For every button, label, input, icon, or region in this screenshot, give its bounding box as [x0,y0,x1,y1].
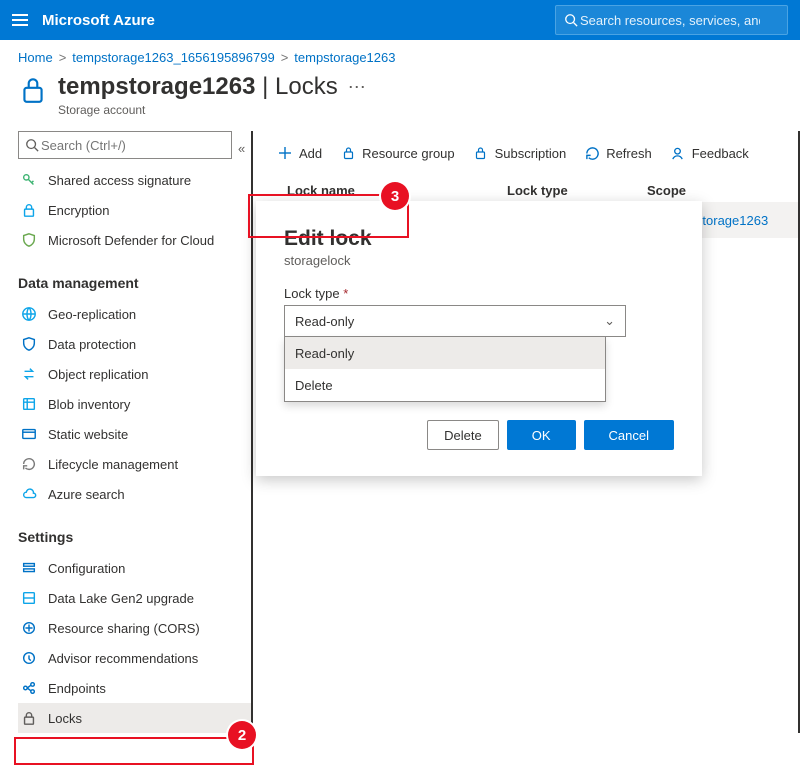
sidebar-group-title: Data management [18,275,251,291]
sidebar-item-data-protection[interactable]: Data protection [18,329,251,359]
sidebar-item-data-lake-gen2-upgrade[interactable]: Data Lake Gen2 upgrade [18,583,251,613]
cloud-icon [20,485,38,503]
page-subtitle: Storage account [58,103,338,117]
sidebar-item-label: Encryption [48,203,109,218]
config-icon [20,559,38,577]
lock-type-select[interactable]: Read-only ⌄ [284,305,626,337]
shield-blue-icon [20,335,38,353]
main-content: Add Resource group Subscription Refresh … [251,131,800,733]
refresh-icon [584,145,600,161]
sidebar-item-label: Static website [48,427,128,442]
annotation-box-2 [14,737,254,765]
table-header: Lock name Lock type Scope [277,183,798,202]
sidebar-item-label: Azure search [48,487,125,502]
dialog-title: Edit lock [284,227,674,251]
collapse-sidebar-icon[interactable]: « [238,141,245,156]
option-read-only[interactable]: Read-only [285,337,605,369]
add-button[interactable]: Add [277,145,322,161]
more-icon[interactable]: ⋯ [348,73,366,98]
website-icon [20,425,38,443]
lock-icon [340,145,356,161]
lock-icon [473,145,489,161]
cors-icon [20,619,38,637]
crumb-group[interactable]: tempstorage1263_1656195896799 [72,50,274,65]
sidebar-item-label: Advisor recommendations [48,651,198,666]
sidebar-item-object-replication[interactable]: Object replication [18,359,251,389]
sidebar-item-label: Resource sharing (CORS) [48,621,200,636]
sidebar-search-input[interactable] [39,137,203,154]
sidebar-item-label: Object replication [48,367,148,382]
sidebar-item-advisor-recommendations[interactable]: Advisor recommendations [18,643,251,673]
endpoints-icon [20,679,38,697]
page-title: tempstorage1263 | Locks [58,73,338,101]
feedback-button[interactable]: Feedback [670,145,749,161]
toolbar: Add Resource group Subscription Refresh … [277,131,798,175]
subscription-button[interactable]: Subscription [473,145,567,161]
breadcrumb: Home> tempstorage1263_1656195896799> tem… [0,40,800,69]
lock-type-options: Read-only Delete [284,337,606,402]
key-icon [20,171,38,189]
sidebar-item-label: Lifecycle management [48,457,178,472]
cycle-icon [20,455,38,473]
annotation-callout-3: 3 [381,182,409,210]
annotation-callout-2: 2 [228,721,256,749]
feedback-icon [670,145,686,161]
plus-icon [277,145,293,161]
page-header: tempstorage1263 | Locks Storage account … [0,69,800,131]
sidebar-item-label: Microsoft Defender for Cloud [48,233,214,248]
ok-button[interactable]: OK [507,420,576,450]
sidebar-item-endpoints[interactable]: Endpoints [18,673,251,703]
sidebar-search[interactable] [18,131,232,159]
global-search-input[interactable] [578,12,762,29]
crumb-resource[interactable]: tempstorage1263 [294,50,395,65]
sidebar-item-static-website[interactable]: Static website [18,419,251,449]
sidebar-item-label: Geo-replication [48,307,136,322]
delete-button[interactable]: Delete [427,420,499,450]
sidebar-group-title: Settings [18,529,251,545]
search-icon [25,138,39,152]
lock-icon [20,709,38,727]
resource-group-button[interactable]: Resource group [340,145,455,161]
sidebar-item-label: Data protection [48,337,136,352]
shield-icon [20,231,38,249]
lock-type-label: Lock type * [284,286,674,301]
top-bar: Microsoft Azure [0,0,800,40]
sidebar-item-label: Endpoints [48,681,106,696]
sidebar-item-label: Configuration [48,561,125,576]
sidebar-item-label: Data Lake Gen2 upgrade [48,591,194,606]
sidebar-item-geo-replication[interactable]: Geo-replication [18,299,251,329]
cancel-button[interactable]: Cancel [584,420,674,450]
global-search[interactable] [555,5,788,35]
sidebar-item-locks[interactable]: Locks [18,703,251,733]
advisor-icon [20,649,38,667]
chevron-down-icon: ⌄ [604,313,615,329]
sidebar-item-encryption[interactable]: Encryption [18,195,251,225]
lock-icon [18,73,48,107]
crumb-home[interactable]: Home [18,50,53,65]
sidebar-item-shared-access-signature[interactable]: Shared access signature [18,165,251,195]
dialog-lock-name: storagelock [284,253,674,268]
sidebar-item-azure-search[interactable]: Azure search [18,479,251,509]
sidebar-item-microsoft-defender-for-cloud[interactable]: Microsoft Defender for Cloud [18,225,251,255]
refresh-button[interactable]: Refresh [584,145,652,161]
brand-label: Microsoft Azure [42,12,155,29]
edit-lock-dialog: Edit lock storagelock Lock type * Read-o… [256,201,702,476]
sidebar: « Shared access signature Encryption Micro… [18,131,251,733]
inventory-icon [20,395,38,413]
lock-blue-icon [20,201,38,219]
option-delete[interactable]: Delete [285,369,605,401]
sidebar-item-label: Blob inventory [48,397,130,412]
sidebar-item-lifecycle-management[interactable]: Lifecycle management [18,449,251,479]
sidebar-item-blob-inventory[interactable]: Blob inventory [18,389,251,419]
swap-icon [20,365,38,383]
sidebar-item-label: Shared access signature [48,173,191,188]
sidebar-item-configuration[interactable]: Configuration [18,553,251,583]
search-icon [564,13,578,27]
sidebar-item-resource-sharing-cors-[interactable]: Resource sharing (CORS) [18,613,251,643]
sidebar-item-label: Locks [48,711,82,726]
lake-icon [20,589,38,607]
globe-icon [20,305,38,323]
hamburger-icon[interactable] [12,14,28,26]
